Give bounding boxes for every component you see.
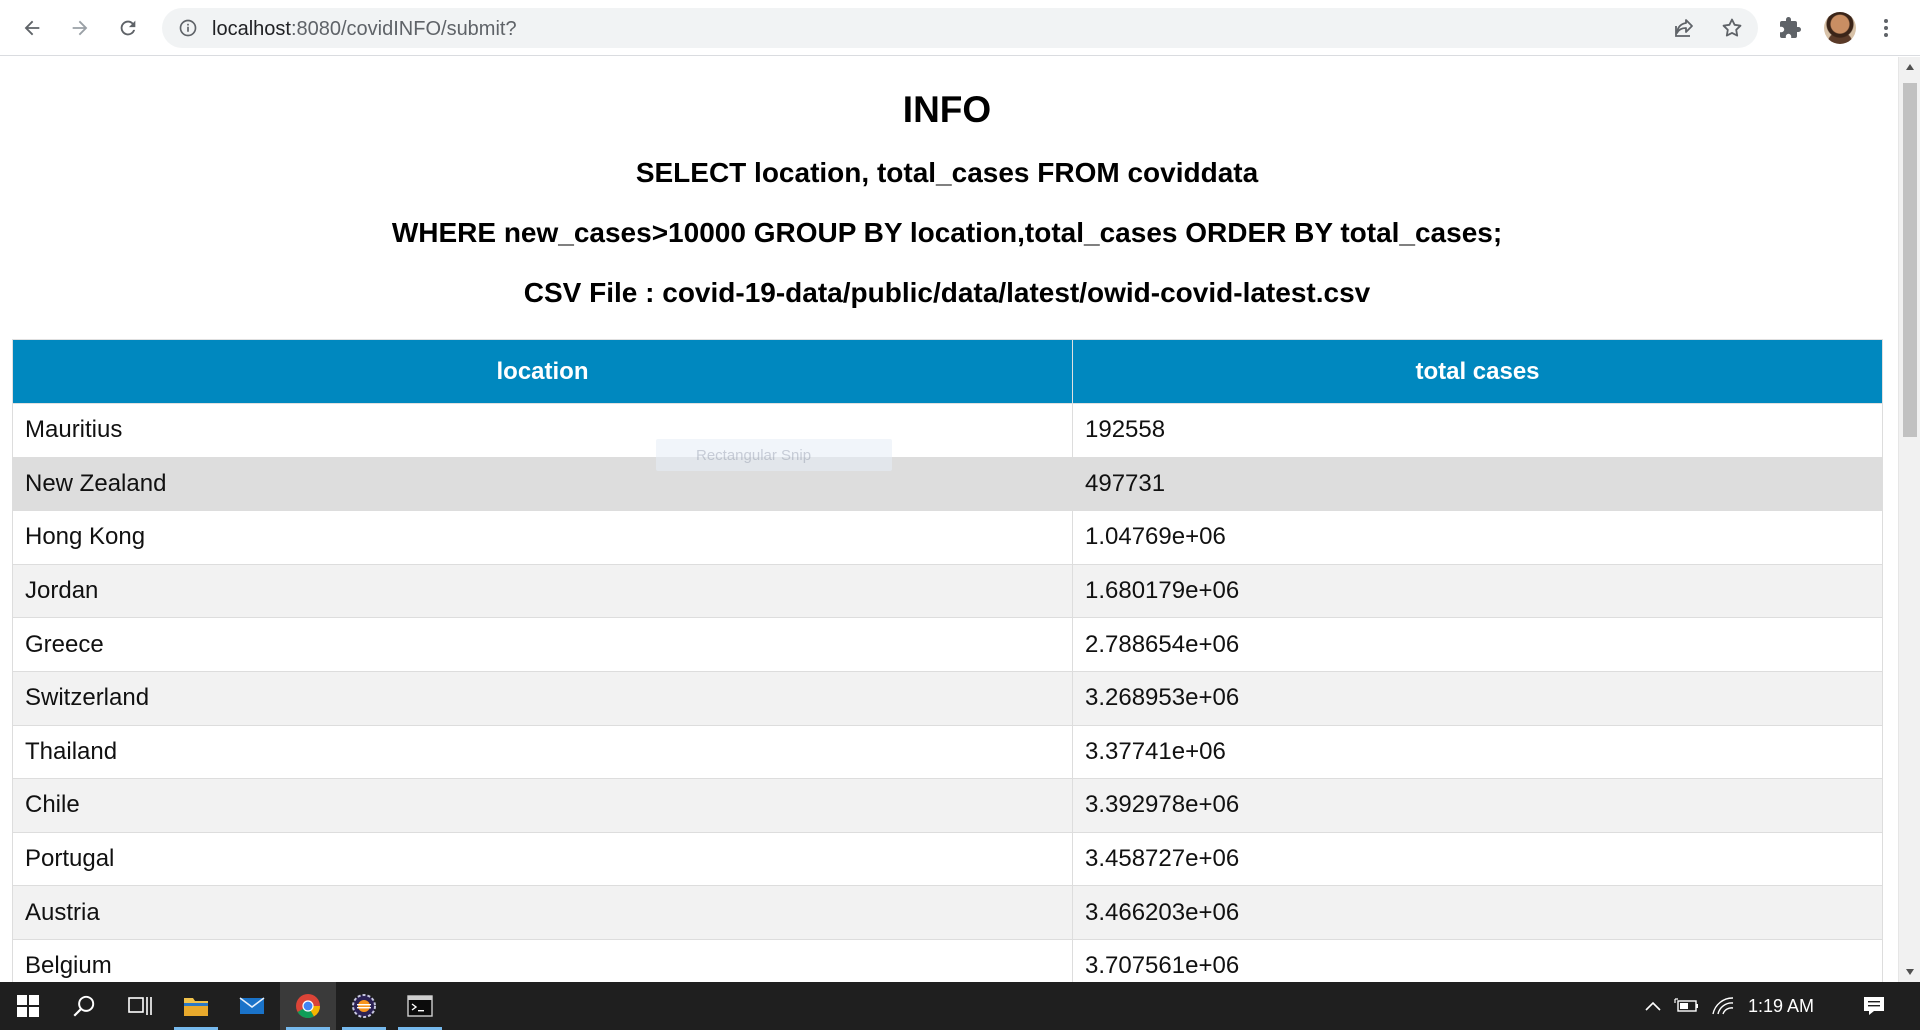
header-location: location — [12, 339, 1073, 404]
scrollbar-thumb[interactable] — [1903, 83, 1917, 437]
eclipse-app[interactable] — [336, 982, 392, 1030]
cell-location: Switzerland — [12, 670, 1073, 726]
windows-logo-icon — [17, 995, 39, 1017]
mail-app[interactable] — [224, 982, 280, 1030]
arrow-right-icon — [72, 20, 88, 36]
reload-button[interactable] — [110, 10, 146, 46]
folder-icon — [184, 998, 208, 1016]
cell-total-cases: 192558 — [1072, 403, 1883, 458]
chrome-app[interactable] — [280, 982, 336, 1030]
triangle-down-icon — [1906, 969, 1914, 975]
task-view-button[interactable] — [112, 982, 168, 1030]
table-row: Austria 3.466203e+06 — [12, 885, 1883, 940]
cell-total-cases: 1.04769e+06 — [1072, 510, 1883, 565]
forward-button[interactable] — [62, 10, 98, 46]
windows-taskbar: 1:19 AM — [0, 982, 1920, 1030]
cell-total-cases: 3.392978e+06 — [1072, 778, 1883, 833]
terminal-icon — [407, 995, 433, 1017]
taskbar-clock[interactable]: 1:19 AM — [1748, 996, 1814, 1017]
table-row: Chile 3.392978e+06 — [12, 778, 1883, 833]
cell-total-cases: 3.37741e+06 — [1072, 724, 1883, 780]
url-host: localhost — [212, 18, 291, 40]
notification-icon — [1864, 997, 1884, 1015]
table-row: Belgium 3.707561e+06 — [12, 938, 1883, 982]
chevron-up-icon — [1645, 1001, 1661, 1011]
network-status[interactable] — [1710, 994, 1736, 1018]
browser-toolbar: localhost:8080/covidINFO/submit? — [0, 0, 1920, 56]
reload-icon — [120, 20, 136, 36]
terminal-app[interactable] — [392, 982, 448, 1030]
profile-avatar[interactable] — [1824, 12, 1856, 44]
arrow-left-icon — [24, 20, 40, 36]
browser-menu-button[interactable] — [1872, 14, 1900, 42]
wifi-icon — [1712, 997, 1734, 1015]
battery-status[interactable] — [1674, 994, 1700, 1018]
table-row: New Zealand 497731 — [12, 456, 1883, 512]
cell-location: Mauritius — [12, 403, 1073, 458]
snip-label: Rectangular Snip — [696, 447, 812, 464]
table-row: Jordan 1.680179e+06 — [12, 563, 1883, 619]
task-view-icon — [128, 997, 152, 1015]
table-header-row: location total cases — [12, 339, 1883, 404]
cell-location: Thailand — [12, 724, 1073, 780]
puzzle-icon — [1780, 17, 1801, 38]
page-title: INFO — [902, 89, 992, 130]
csv-file-line: CSV File : covid-19-data/public/data/lat… — [523, 277, 1371, 308]
cell-total-cases: 3.466203e+06 — [1072, 885, 1883, 940]
cell-location: Portugal — [12, 831, 1073, 887]
back-button[interactable] — [14, 10, 50, 46]
start-button[interactable] — [0, 982, 56, 1030]
kebab-menu-icon — [1884, 19, 1888, 37]
cell-location: Chile — [12, 778, 1073, 833]
cell-total-cases: 1.680179e+06 — [1072, 563, 1883, 619]
cell-total-cases: 3.458727e+06 — [1072, 831, 1883, 887]
search-button[interactable] — [56, 982, 112, 1030]
cell-location: Belgium — [12, 938, 1073, 982]
tray-overflow-button[interactable] — [1640, 994, 1666, 1018]
address-bar[interactable]: localhost:8080/covidINFO/submit? — [162, 8, 1758, 48]
query-line-where: WHERE new_cases>10000 GROUP BY location,… — [391, 217, 1503, 248]
mail-icon — [239, 997, 265, 1014]
table-row: Portugal 3.458727e+06 — [12, 831, 1883, 887]
table-row: Hong Kong 1.04769e+06 — [12, 510, 1883, 565]
cell-location: Austria — [12, 885, 1073, 940]
extensions-button[interactable] — [1776, 14, 1804, 42]
page-viewport: INFO SELECT location, total_cases FROM c… — [0, 57, 1898, 982]
table-row: Mauritius 192558 — [12, 403, 1883, 458]
cell-total-cases: 2.788654e+06 — [1072, 617, 1883, 672]
cell-location: Greece — [12, 617, 1073, 672]
url-path: :8080/covidINFO/submit? — [290, 18, 517, 40]
file-explorer-app[interactable] — [168, 982, 224, 1030]
cell-location: Jordan — [12, 563, 1073, 619]
snip-tool-ghost: Rectangular Snip — [656, 439, 892, 471]
table-row: Greece 2.788654e+06 — [12, 617, 1883, 672]
battery-icon — [1674, 998, 1698, 1012]
triangle-up-icon — [1906, 64, 1914, 70]
scroll-up-button[interactable] — [1899, 57, 1920, 77]
cell-location: Hong Kong — [12, 510, 1073, 565]
header-total-cases: total cases — [1072, 339, 1883, 404]
table-row: Switzerland 3.268953e+06 — [12, 670, 1883, 726]
scroll-down-button[interactable] — [1899, 962, 1920, 982]
cell-total-cases: 3.707561e+06 — [1072, 938, 1883, 982]
search-icon — [73, 995, 95, 1017]
table-row: Thailand 3.37741e+06 — [12, 724, 1883, 780]
cell-total-cases: 3.268953e+06 — [1072, 670, 1883, 726]
star-icon[interactable] — [1720, 16, 1744, 40]
eclipse-icon — [352, 994, 376, 1018]
results-table: location total cases Mauritius 192558 Ne… — [12, 339, 1883, 982]
vertical-scrollbar[interactable] — [1898, 57, 1920, 982]
share-icon[interactable] — [1672, 16, 1696, 40]
chrome-icon — [296, 994, 320, 1019]
cell-location: New Zealand — [12, 456, 1073, 512]
info-icon[interactable] — [178, 18, 198, 38]
url-text[interactable]: localhost:8080/covidINFO/submit? — [212, 18, 517, 41]
cell-total-cases: 497731 — [1072, 456, 1883, 512]
query-line-select: SELECT location, total_cases FROM covidd… — [635, 157, 1259, 188]
action-center-button[interactable] — [1856, 994, 1892, 1018]
